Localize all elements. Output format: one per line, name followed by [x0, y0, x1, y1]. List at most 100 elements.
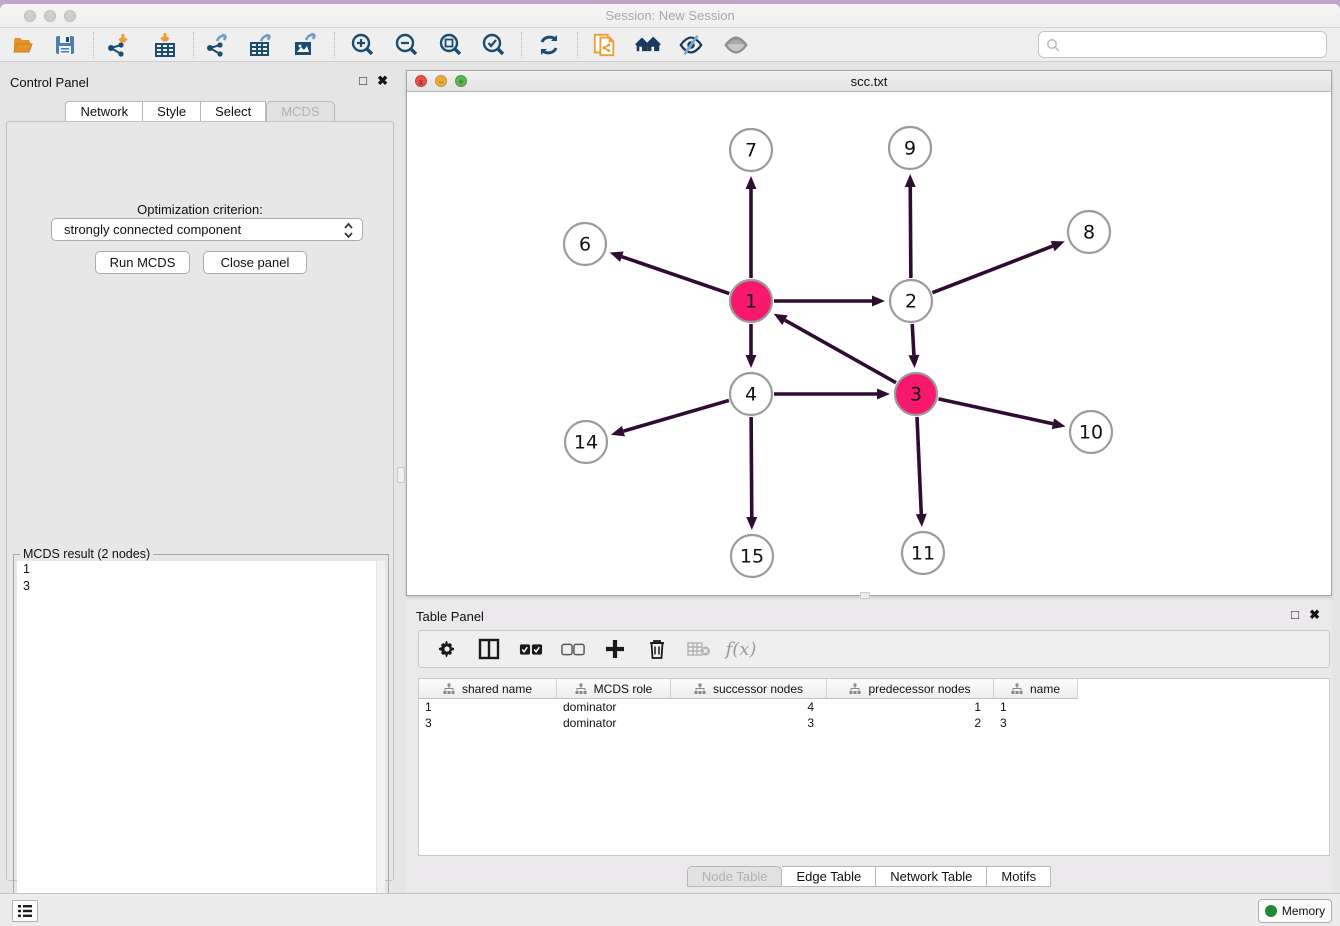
table-panel-close-icon[interactable]: ✖ — [1309, 607, 1320, 623]
control-panel-tabs: NetworkStyleSelectMCDS — [0, 101, 400, 122]
table-panel-float-icon[interactable]: □ — [1291, 607, 1299, 622]
main-toolbar — [0, 28, 1340, 62]
arrowhead-2-8 — [1051, 241, 1065, 251]
control-panel-close-icon[interactable]: ✖ — [377, 73, 388, 89]
column-label: name — [1030, 682, 1060, 696]
import-network-icon[interactable] — [106, 32, 132, 58]
edge-2-3[interactable] — [912, 324, 914, 355]
zoom-fit-icon[interactable] — [437, 32, 463, 58]
list-icon — [17, 904, 33, 918]
open-session-icon[interactable] — [10, 32, 36, 58]
column-header-predecessor-nodes[interactable]: predecessor nodes — [827, 679, 994, 699]
column-header-successor-nodes[interactable]: successor nodes — [671, 679, 827, 699]
edge-4-14[interactable] — [623, 400, 728, 431]
network-window-titlebar[interactable]: x − + scc.txt — [407, 71, 1331, 92]
zoom-out-icon[interactable] — [393, 32, 419, 58]
zoom-selected-icon[interactable] — [480, 32, 506, 58]
control-tab-network[interactable]: Network — [65, 101, 143, 122]
node-label-3: 3 — [910, 384, 922, 406]
column-type-icon — [694, 683, 706, 695]
export-image-icon[interactable] — [292, 32, 318, 58]
table-tab-network-table[interactable]: Network Table — [876, 866, 987, 887]
select-all-rows-icon[interactable] — [519, 637, 543, 661]
node-label-1: 1 — [745, 291, 757, 313]
deselect-all-rows-icon[interactable] — [561, 637, 585, 661]
export-network-icon[interactable] — [205, 32, 231, 58]
optimization-criterion-label: Optimization criterion: — [7, 202, 393, 217]
table-tab-motifs[interactable]: Motifs — [987, 866, 1051, 887]
column-header-name[interactable]: name — [994, 679, 1078, 699]
arrowhead-1-4 — [746, 355, 757, 368]
show-all-icon[interactable] — [723, 32, 749, 58]
column-label: shared name — [462, 682, 532, 696]
table-panel-title: Table Panel — [416, 609, 484, 624]
zoom-in-icon[interactable] — [349, 32, 375, 58]
horizontal-split-handle[interactable] — [860, 592, 870, 599]
table-options-icon[interactable] — [435, 637, 459, 661]
edge-2-9[interactable] — [910, 187, 911, 278]
save-session-icon[interactable] — [52, 32, 78, 58]
node-label-8: 8 — [1083, 222, 1095, 244]
split-divider-handle[interactable] — [397, 467, 405, 483]
control-panel-float-icon[interactable]: □ — [359, 73, 367, 88]
result-scrollbar[interactable] — [376, 561, 385, 926]
optimization-criterion-dropdown[interactable]: strongly connected component — [51, 218, 363, 241]
column-label: predecessor nodes — [868, 682, 970, 696]
toolbar-separator — [521, 32, 522, 58]
column-type-icon — [1011, 683, 1023, 695]
cell-predecessor-nodes: 1 — [827, 699, 994, 715]
export-table-icon[interactable] — [248, 32, 274, 58]
table-tab-node-table[interactable]: Node Table — [687, 866, 783, 887]
window-title: Session: New Session — [0, 8, 1340, 23]
memory-button[interactable]: Memory — [1258, 899, 1332, 923]
edge-4-15[interactable] — [751, 417, 752, 517]
delete-table-icon — [687, 637, 711, 661]
chevron-up-down-icon — [343, 222, 354, 245]
control-tab-mcds[interactable]: MCDS — [266, 101, 334, 122]
column-header-MCDS-role[interactable]: MCDS role — [557, 679, 671, 699]
table-tab-edge-table[interactable]: Edge Table — [782, 866, 876, 887]
search-input[interactable] — [1038, 31, 1327, 58]
edge-3-11[interactable] — [917, 417, 921, 514]
table-row[interactable]: 1dominator411 — [419, 699, 1329, 715]
node-label-10: 10 — [1079, 422, 1103, 444]
delete-column-icon[interactable] — [645, 637, 669, 661]
edge-2-8[interactable] — [932, 246, 1052, 293]
column-header-shared-name[interactable]: shared name — [419, 679, 557, 699]
edge-3-1[interactable] — [785, 320, 896, 383]
import-table-icon[interactable] — [152, 32, 178, 58]
network-view-window: x − + scc.txt 7968124314101511 — [406, 70, 1332, 596]
edge-1-6[interactable] — [622, 257, 729, 294]
memory-label: Memory — [1282, 904, 1325, 918]
show-columns-icon[interactable] — [477, 637, 501, 661]
network-graph[interactable]: 7968124314101511 — [407, 92, 1331, 595]
function-builder-icon: f(x) — [729, 637, 753, 661]
network-canvas[interactable]: 7968124314101511 — [407, 92, 1331, 595]
hide-selected-icon[interactable] — [678, 32, 704, 58]
arrowhead-2-3 — [908, 355, 919, 368]
mcds-result-title: MCDS result (2 nodes) — [20, 547, 153, 561]
mcds-result-group: MCDS result (2 nodes) 13 — [13, 554, 389, 926]
table-row[interactable]: 3dominator323 — [419, 715, 1329, 731]
table-panel: Table Panel □ ✖ f(x — [406, 600, 1332, 892]
search-icon — [1046, 38, 1060, 52]
arrowhead-2-9 — [905, 174, 916, 187]
mcds-tab-panel: Optimization criterion: strongly connect… — [6, 121, 394, 881]
clone-network-icon[interactable] — [592, 32, 618, 58]
mcds-result-textarea[interactable]: 13 — [17, 561, 385, 926]
control-tab-select[interactable]: Select — [201, 101, 266, 122]
cell-name: 1 — [994, 699, 1078, 715]
edge-3-10[interactable] — [938, 399, 1052, 424]
apply-layout-icon[interactable] — [536, 32, 562, 58]
arrowhead-1-2 — [872, 296, 885, 307]
task-history-button[interactable] — [12, 900, 38, 922]
cell-shared-name: 1 — [419, 699, 557, 715]
control-tab-style[interactable]: Style — [143, 101, 201, 122]
close-panel-button[interactable]: Close panel — [203, 251, 307, 274]
arrowhead-4-14 — [611, 426, 625, 437]
control-panel-title: Control Panel — [10, 75, 89, 90]
first-neighbors-icon[interactable] — [635, 32, 661, 58]
run-mcds-button[interactable]: Run MCDS — [95, 251, 190, 274]
node-label-4: 4 — [745, 384, 757, 406]
add-column-icon[interactable] — [603, 637, 627, 661]
